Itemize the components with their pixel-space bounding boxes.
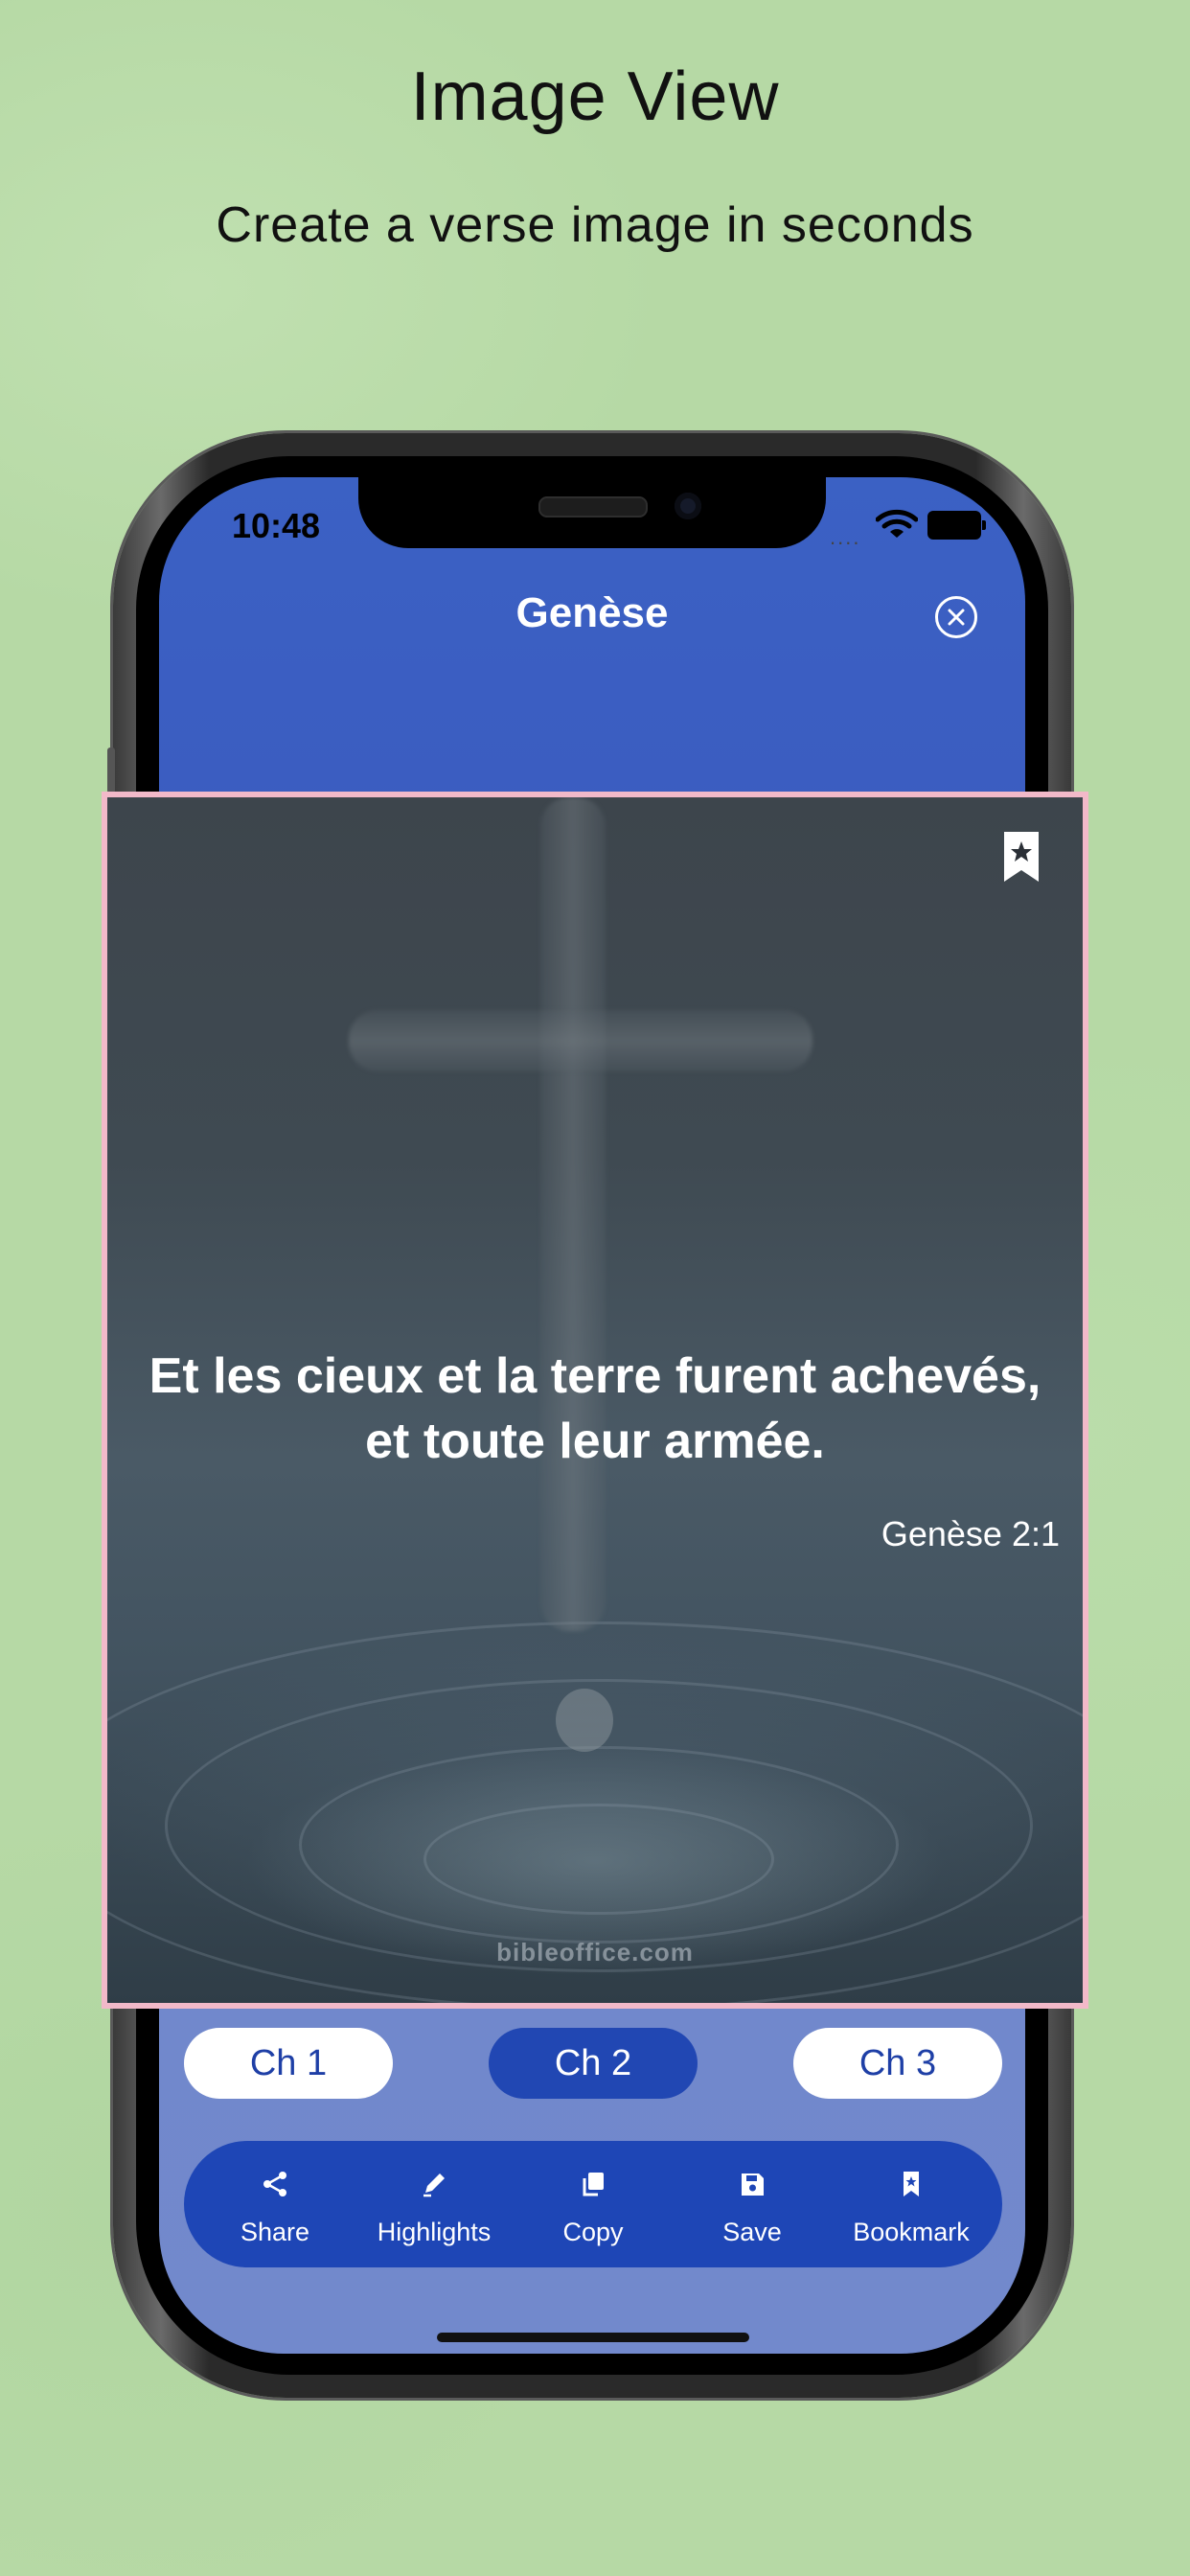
share-button[interactable]: Share bbox=[195, 2141, 355, 2267]
promo-subtitle: Create a verse image in seconds bbox=[216, 197, 974, 253]
save-icon bbox=[742, 2174, 764, 2196]
verse-text: Et les cieux et la terre furent achevés,… bbox=[149, 1348, 1041, 1469]
action-bar: Share Highlights Copy Save Bookmark bbox=[184, 2141, 1002, 2267]
close-icon bbox=[948, 609, 965, 626]
speaker bbox=[538, 496, 648, 518]
highlights-button[interactable]: Highlights bbox=[355, 2141, 514, 2267]
bookmark-star-icon[interactable] bbox=[1004, 832, 1039, 882]
save-button[interactable]: Save bbox=[673, 2141, 832, 2267]
copy-icon bbox=[583, 2173, 604, 2196]
status-time: 10:48 bbox=[232, 506, 321, 545]
chapter-2-button[interactable]: Ch 2 bbox=[489, 2028, 698, 2099]
battery-icon bbox=[927, 511, 986, 540]
promo-title: Image View bbox=[410, 58, 780, 135]
mute-switch bbox=[107, 748, 115, 794]
save-label: Save bbox=[722, 2218, 782, 2246]
share-icon bbox=[263, 2172, 286, 2196]
copy-label: Copy bbox=[562, 2218, 624, 2246]
nav-title: Genèse bbox=[515, 589, 669, 636]
cross-shape bbox=[349, 1010, 812, 1071]
wifi-icon bbox=[876, 509, 918, 538]
verse-reference: Genèse 2:1 bbox=[881, 1514, 1060, 1553]
verse-image-card[interactable]: Et les cieux et la terre furent achevés,… bbox=[102, 792, 1088, 2009]
bookmark-label: Bookmark bbox=[853, 2218, 970, 2246]
share-label: Share bbox=[240, 2218, 310, 2246]
chapter-3-button[interactable]: Ch 3 bbox=[793, 2028, 1002, 2099]
highlights-label: Highlights bbox=[377, 2218, 492, 2246]
front-camera bbox=[675, 493, 701, 519]
home-indicator[interactable] bbox=[437, 2333, 749, 2342]
cross-shape bbox=[540, 797, 606, 1631]
water-ripple bbox=[423, 1804, 774, 1915]
copy-button[interactable]: Copy bbox=[514, 2141, 673, 2267]
bookmark-icon bbox=[904, 2172, 919, 2196]
water-drop bbox=[556, 1689, 613, 1752]
signal-icon: .... bbox=[830, 525, 861, 549]
chapter-1-button[interactable]: Ch 1 bbox=[184, 2028, 393, 2099]
bookmark-button[interactable]: Bookmark bbox=[832, 2141, 991, 2267]
watermark: bibleoffice.com bbox=[496, 1938, 694, 1966]
pencil-icon bbox=[423, 2174, 445, 2197]
close-button[interactable] bbox=[935, 596, 977, 638]
